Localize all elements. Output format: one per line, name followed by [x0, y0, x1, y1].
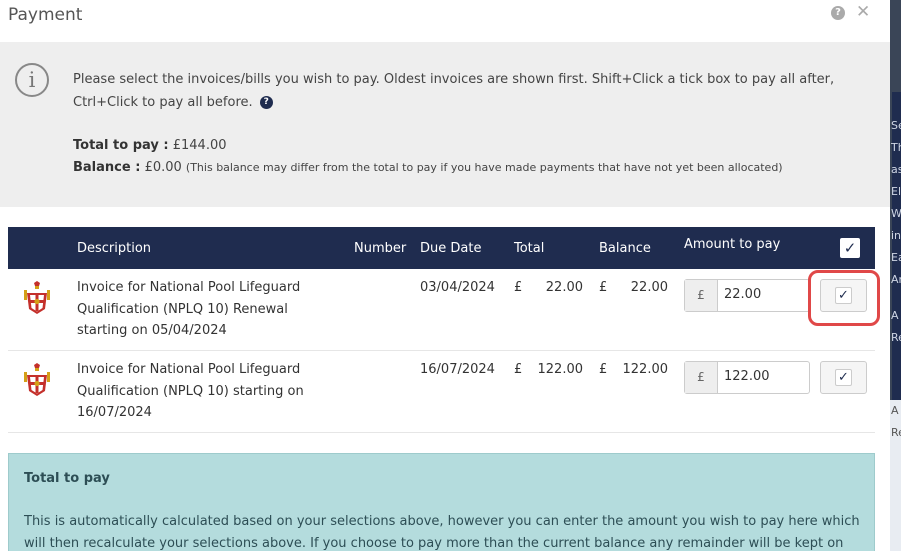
help-icon[interactable]: ?	[831, 6, 845, 20]
balance-line: Balance : £0.00 (This balance may differ…	[73, 157, 783, 179]
row-balance: 122.00	[622, 362, 669, 377]
payment-modal: Payment ? ✕ i Please select the invoices…	[0, 0, 890, 551]
row-balance-currency: £	[599, 362, 608, 377]
close-icon[interactable]: ✕	[856, 2, 870, 22]
background-text: Re	[891, 331, 901, 344]
amount-input[interactable]: 122.00	[724, 369, 770, 384]
balance-label: Balance :	[73, 160, 141, 175]
row-due-date: 03/04/2024	[420, 280, 495, 295]
row-total-currency: £	[514, 362, 523, 377]
background-text: Th	[891, 141, 901, 154]
amount-input[interactable]: 22.00	[724, 287, 761, 302]
total-value: £144.00	[172, 138, 227, 153]
background-text: Ea	[891, 251, 901, 264]
balance-note: (This balance may differ from the total …	[185, 161, 783, 174]
background-text: Re	[891, 426, 901, 439]
select-all-checkbox[interactable]: ✓	[840, 238, 860, 258]
row-balance-currency: £	[599, 280, 608, 295]
info-icon: i	[15, 63, 49, 97]
total-label: Total to pay :	[73, 138, 169, 153]
background-text: An	[891, 273, 901, 286]
info-message: Please select the invoices/bills you wis…	[73, 68, 873, 114]
row-checkbox[interactable]: ✓	[820, 279, 867, 312]
check-icon: ✓	[835, 287, 852, 304]
table-row: Invoice for National Pool Lifeguard Qual…	[8, 351, 875, 433]
row-total: 122.00	[537, 362, 584, 377]
row-description: Invoice for National Pool Lifeguard Qual…	[77, 362, 304, 420]
background-text: as	[891, 163, 901, 176]
check-icon: ✓	[843, 239, 857, 257]
question-icon[interactable]: ?	[259, 96, 273, 109]
total-line: Total to pay : £144.00	[73, 135, 783, 157]
row-total-currency: £	[514, 280, 523, 295]
background-text: Se	[891, 119, 901, 132]
total-panel-title: Total to pay	[24, 471, 110, 486]
crest-icon	[24, 281, 50, 314]
background-text: El	[891, 185, 901, 198]
check-icon: ✓	[835, 369, 852, 386]
background-text: A	[891, 309, 899, 322]
amount-input-group: £ 122.00	[684, 361, 810, 394]
invoices-table: Description Number Due Date Total Balanc…	[8, 227, 875, 433]
table-header: Description Number Due Date Total Balanc…	[8, 227, 875, 269]
totals-summary: Total to pay : £144.00 Balance : £0.00 (…	[73, 135, 783, 179]
table-row: Invoice for National Pool Lifeguard Qual…	[8, 269, 875, 351]
info-panel: i Please select the invoices/bills you w…	[0, 42, 890, 207]
col-amount: Amount to pay	[684, 237, 781, 252]
row-checkbox[interactable]: ✓	[820, 361, 867, 394]
col-due-date: Due Date	[420, 241, 482, 256]
currency-prefix: £	[685, 280, 718, 311]
modal-title: Payment	[8, 5, 83, 25]
col-balance: Balance	[599, 241, 651, 256]
crest-icon	[24, 363, 50, 396]
info-message-text: Please select the invoices/bills you wis…	[73, 72, 835, 110]
total-to-pay-panel: Total to pay This is automatically calcu…	[8, 453, 875, 551]
background-text: W	[891, 207, 901, 220]
col-number: Number	[354, 241, 407, 256]
modal-header: Payment ? ✕	[0, 0, 890, 42]
row-balance: 22.00	[630, 280, 668, 295]
currency-prefix: £	[685, 362, 718, 393]
col-total: Total	[514, 241, 545, 256]
row-due-date: 16/07/2024	[420, 362, 495, 377]
row-description: Invoice for National Pool Lifeguard Qual…	[77, 280, 301, 338]
total-panel-text: This is automatically calculated based o…	[24, 514, 860, 551]
amount-input-group: £ 22.00	[684, 279, 810, 312]
col-description: Description	[77, 241, 152, 256]
background-text: A	[891, 404, 899, 417]
row-total: 22.00	[545, 280, 583, 295]
balance-value: £0.00	[144, 160, 182, 175]
background-page-edge: Se Th as El W in Ea An A Re A Re	[890, 0, 901, 551]
background-text: in	[891, 229, 901, 242]
